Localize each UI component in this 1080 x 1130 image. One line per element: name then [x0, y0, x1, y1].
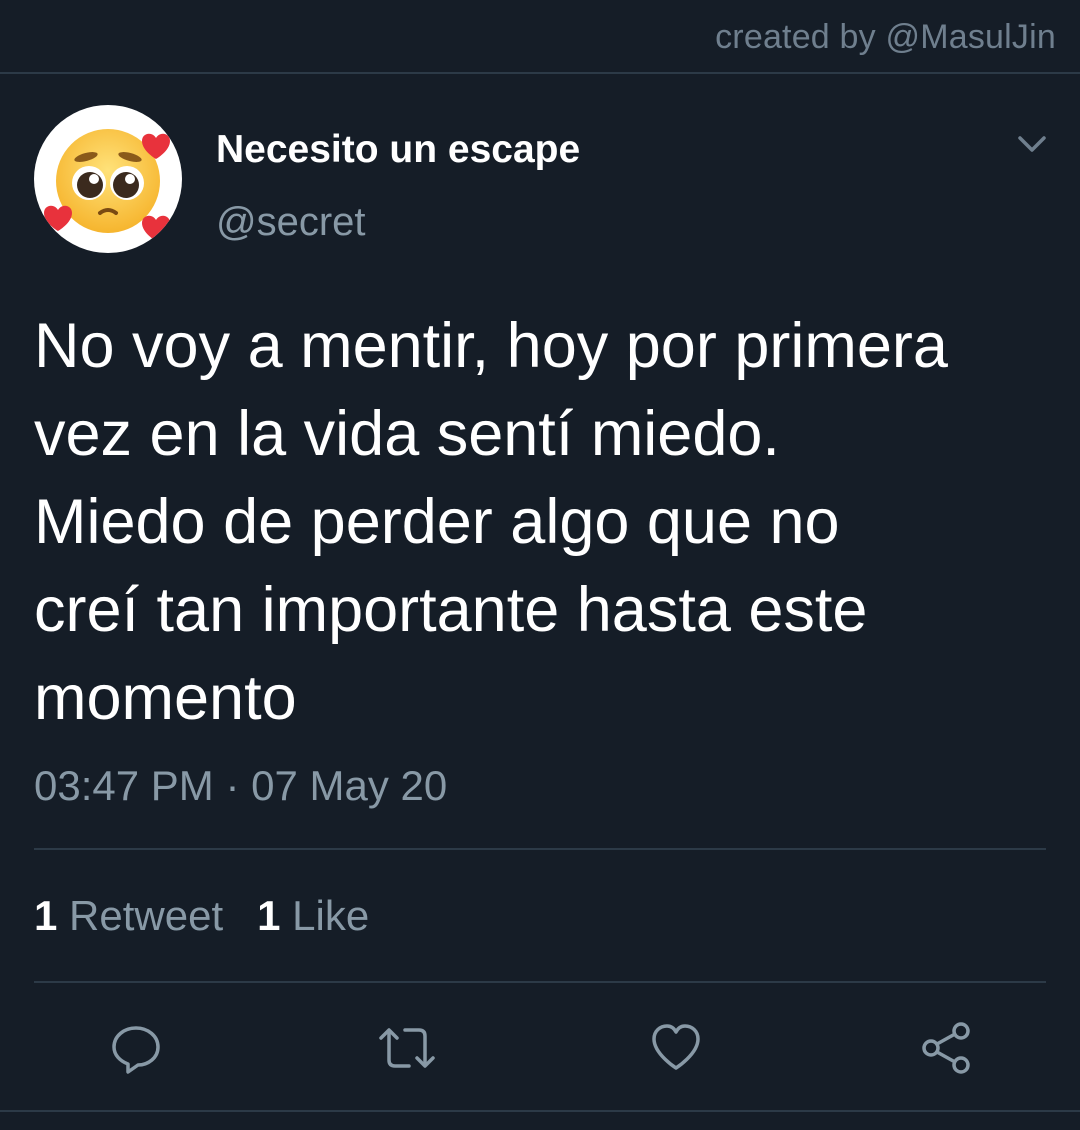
likes-label: Like: [292, 892, 370, 939]
tweet-stats: 1 Retweet 1 Like: [34, 892, 369, 940]
retweet-icon[interactable]: [375, 1020, 435, 1076]
likes-count: 1: [257, 892, 281, 939]
user-handle[interactable]: @secret: [216, 200, 366, 245]
avatar[interactable]: [34, 105, 182, 253]
share-icon[interactable]: [918, 1020, 974, 1076]
reply-icon[interactable]: [108, 1020, 164, 1076]
divider: [34, 848, 1046, 850]
chevron-down-icon[interactable]: [1010, 128, 1054, 164]
divider: [0, 1110, 1080, 1112]
display-name[interactable]: Necesito un escape: [216, 128, 580, 172]
credit-bar: created by @MasulJin: [0, 0, 1080, 74]
tweet-timestamp[interactable]: 03:47 PM · 07 May 20: [34, 762, 447, 810]
credit-text: created by @MasulJin: [715, 18, 1056, 56]
divider: [34, 981, 1046, 983]
retweets-stat[interactable]: 1 Retweet: [34, 892, 223, 940]
likes-stat[interactable]: 1 Like: [257, 892, 369, 940]
retweets-label: Retweet: [69, 892, 224, 939]
retweets-count: 1: [34, 892, 58, 939]
pleading-face-with-hearts-icon: [44, 129, 170, 241]
like-icon[interactable]: [648, 1020, 704, 1076]
tweet-text: No voy a mentir, hoy por primera vez en …: [34, 311, 948, 733]
